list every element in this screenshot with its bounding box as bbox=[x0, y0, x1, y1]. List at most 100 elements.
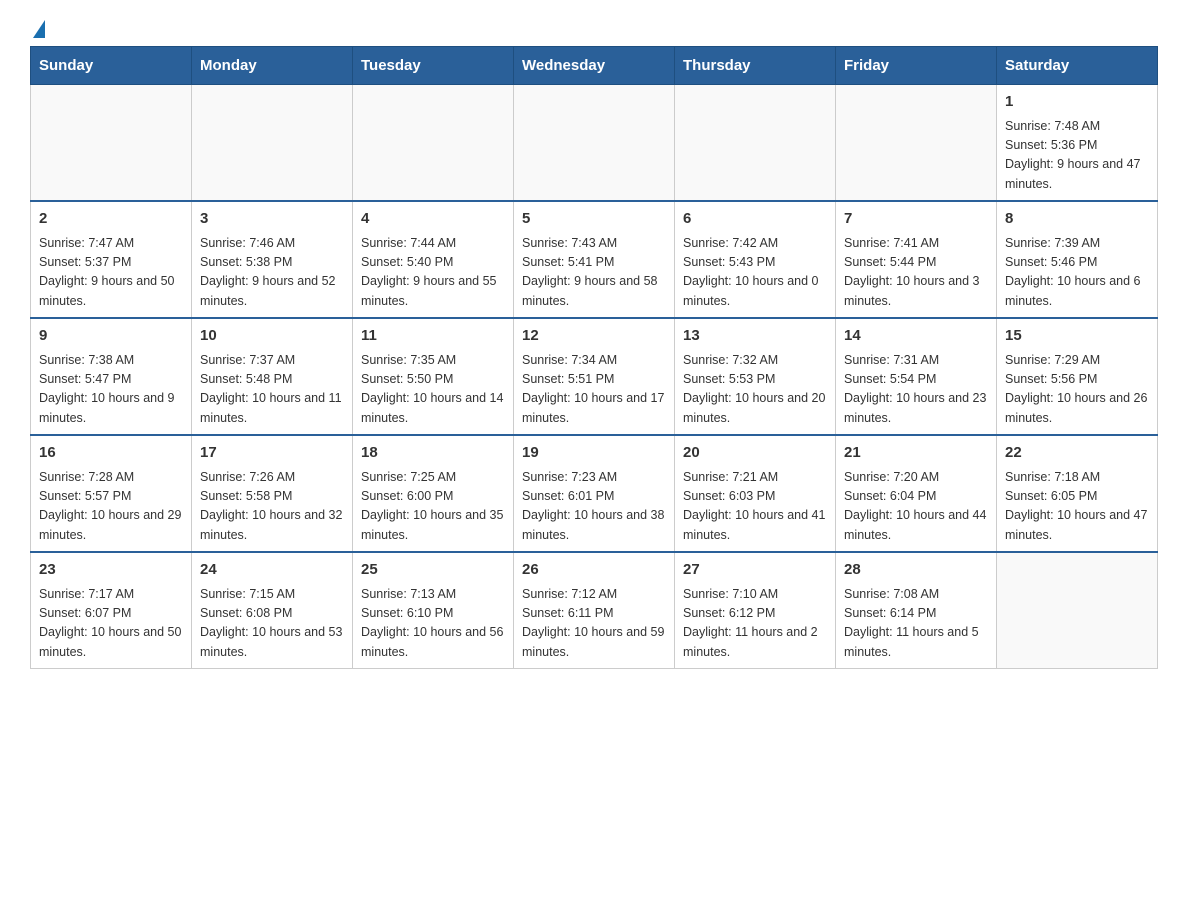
table-row: 9 Sunrise: 7:38 AMSunset: 5:47 PMDaylight… bbox=[31, 318, 192, 435]
table-row: 1 Sunrise: 7:48 AMSunset: 5:36 PMDaylight… bbox=[997, 85, 1158, 202]
day-number: 9 bbox=[39, 325, 183, 348]
day-number: 16 bbox=[39, 442, 183, 465]
header-friday: Friday bbox=[836, 47, 997, 85]
day-number: 3 bbox=[200, 208, 344, 231]
day-info: Sunrise: 7:34 AMSunset: 5:51 PMDaylight:… bbox=[522, 351, 666, 429]
day-info: Sunrise: 7:32 AMSunset: 5:53 PMDaylight:… bbox=[683, 351, 827, 429]
day-info: Sunrise: 7:20 AMSunset: 6:04 PMDaylight:… bbox=[844, 468, 988, 546]
calendar-week-row: 23Sunrise: 7:17 AMSunset: 6:07 PMDayligh… bbox=[31, 552, 1158, 669]
day-number: 26 bbox=[522, 559, 666, 582]
day-info: Sunrise: 7:26 AMSunset: 5:58 PMDaylight:… bbox=[200, 468, 344, 546]
header-thursday: Thursday bbox=[675, 47, 836, 85]
table-row: 18 Sunrise: 7:25 AMSunset: 6:00 PMDayligh… bbox=[353, 435, 514, 552]
table-row: 7 Sunrise: 7:41 AMSunset: 5:44 PMDaylight… bbox=[836, 201, 997, 318]
day-number: 5 bbox=[522, 208, 666, 231]
day-info: Sunrise: 7:25 AMSunset: 6:00 PMDaylight:… bbox=[361, 468, 505, 546]
calendar-week-row: 9 Sunrise: 7:38 AMSunset: 5:47 PMDaylight… bbox=[31, 318, 1158, 435]
table-row: 19 Sunrise: 7:23 AMSunset: 6:01 PMDayligh… bbox=[514, 435, 675, 552]
table-row: 5 Sunrise: 7:43 AMSunset: 5:41 PMDaylight… bbox=[514, 201, 675, 318]
table-row: 26 Sunrise: 7:12 AMSunset: 6:11 PMDayligh… bbox=[514, 552, 675, 669]
day-number: 15 bbox=[1005, 325, 1149, 348]
day-info: Sunrise: 7:12 AMSunset: 6:11 PMDaylight:… bbox=[522, 585, 666, 663]
table-row bbox=[997, 552, 1158, 669]
table-row: 20 Sunrise: 7:21 AMSunset: 6:03 PMDayligh… bbox=[675, 435, 836, 552]
day-number: 12 bbox=[522, 325, 666, 348]
day-number: 2 bbox=[39, 208, 183, 231]
table-row: 8 Sunrise: 7:39 AMSunset: 5:46 PMDaylight… bbox=[997, 201, 1158, 318]
day-number: 23 bbox=[39, 559, 183, 582]
page-header bbox=[30, 20, 1158, 36]
day-number: 28 bbox=[844, 559, 988, 582]
table-row: 2 Sunrise: 7:47 AMSunset: 5:37 PMDaylight… bbox=[31, 201, 192, 318]
day-number: 17 bbox=[200, 442, 344, 465]
day-number: 1 bbox=[1005, 91, 1149, 114]
day-info: Sunrise: 7:41 AMSunset: 5:44 PMDaylight:… bbox=[844, 234, 988, 312]
day-info: Sunrise: 7:44 AMSunset: 5:40 PMDaylight:… bbox=[361, 234, 505, 312]
day-number: 14 bbox=[844, 325, 988, 348]
table-row: 28 Sunrise: 7:08 AMSunset: 6:14 PMDayligh… bbox=[836, 552, 997, 669]
table-row: 27 Sunrise: 7:10 AMSunset: 6:12 PMDayligh… bbox=[675, 552, 836, 669]
day-number: 20 bbox=[683, 442, 827, 465]
table-row: 12 Sunrise: 7:34 AMSunset: 5:51 PMDayligh… bbox=[514, 318, 675, 435]
day-number: 22 bbox=[1005, 442, 1149, 465]
day-number: 11 bbox=[361, 325, 505, 348]
day-number: 18 bbox=[361, 442, 505, 465]
day-number: 4 bbox=[361, 208, 505, 231]
header-wednesday: Wednesday bbox=[514, 47, 675, 85]
table-row: 22 Sunrise: 7:18 AMSunset: 6:05 PMDayligh… bbox=[997, 435, 1158, 552]
day-info: Sunrise: 7:15 AMSunset: 6:08 PMDaylight:… bbox=[200, 585, 344, 663]
table-row: 11 Sunrise: 7:35 AMSunset: 5:50 PMDayligh… bbox=[353, 318, 514, 435]
day-number: 24 bbox=[200, 559, 344, 582]
table-row: 14 Sunrise: 7:31 AMSunset: 5:54 PMDayligh… bbox=[836, 318, 997, 435]
day-number: 13 bbox=[683, 325, 827, 348]
day-info: Sunrise: 7:31 AMSunset: 5:54 PMDaylight:… bbox=[844, 351, 988, 429]
day-info: Sunrise: 7:29 AMSunset: 5:56 PMDaylight:… bbox=[1005, 351, 1149, 429]
table-row: 17 Sunrise: 7:26 AMSunset: 5:58 PMDayligh… bbox=[192, 435, 353, 552]
header-monday: Monday bbox=[192, 47, 353, 85]
day-info: Sunrise: 7:43 AMSunset: 5:41 PMDaylight:… bbox=[522, 234, 666, 312]
day-info: Sunrise: 7:10 AMSunset: 6:12 PMDaylight:… bbox=[683, 585, 827, 663]
day-info: Sunrise: 7:39 AMSunset: 5:46 PMDaylight:… bbox=[1005, 234, 1149, 312]
table-row: 25 Sunrise: 7:13 AMSunset: 6:10 PMDayligh… bbox=[353, 552, 514, 669]
day-info: Sunrise: 7:47 AMSunset: 5:37 PMDaylight:… bbox=[39, 234, 183, 312]
day-number: 6 bbox=[683, 208, 827, 231]
table-row bbox=[31, 85, 192, 202]
day-info: Sunrise: 7:38 AMSunset: 5:47 PMDaylight:… bbox=[39, 351, 183, 429]
day-number: 19 bbox=[522, 442, 666, 465]
table-row bbox=[353, 85, 514, 202]
day-number: 8 bbox=[1005, 208, 1149, 231]
table-row: 4 Sunrise: 7:44 AMSunset: 5:40 PMDaylight… bbox=[353, 201, 514, 318]
day-info: Sunrise: 7:37 AMSunset: 5:48 PMDaylight:… bbox=[200, 351, 344, 429]
logo bbox=[30, 20, 45, 36]
header-tuesday: Tuesday bbox=[353, 47, 514, 85]
calendar-week-row: 1 Sunrise: 7:48 AMSunset: 5:36 PMDaylight… bbox=[31, 85, 1158, 202]
day-number: 25 bbox=[361, 559, 505, 582]
table-row: 10Sunrise: 7:37 AMSunset: 5:48 PMDayligh… bbox=[192, 318, 353, 435]
day-info: Sunrise: 7:46 AMSunset: 5:38 PMDaylight:… bbox=[200, 234, 344, 312]
table-row: 15 Sunrise: 7:29 AMSunset: 5:56 PMDayligh… bbox=[997, 318, 1158, 435]
logo-triangle-icon bbox=[33, 20, 45, 38]
day-info: Sunrise: 7:48 AMSunset: 5:36 PMDaylight:… bbox=[1005, 117, 1149, 195]
table-row: 23Sunrise: 7:17 AMSunset: 6:07 PMDayligh… bbox=[31, 552, 192, 669]
day-info: Sunrise: 7:23 AMSunset: 6:01 PMDaylight:… bbox=[522, 468, 666, 546]
table-row bbox=[514, 85, 675, 202]
day-info: Sunrise: 7:21 AMSunset: 6:03 PMDaylight:… bbox=[683, 468, 827, 546]
table-row bbox=[675, 85, 836, 202]
header-sunday: Sunday bbox=[31, 47, 192, 85]
table-row: 6 Sunrise: 7:42 AMSunset: 5:43 PMDaylight… bbox=[675, 201, 836, 318]
calendar-header-row: Sunday Monday Tuesday Wednesday Thursday… bbox=[31, 47, 1158, 85]
table-row: 3 Sunrise: 7:46 AMSunset: 5:38 PMDaylight… bbox=[192, 201, 353, 318]
day-number: 7 bbox=[844, 208, 988, 231]
calendar-week-row: 16 Sunrise: 7:28 AMSunset: 5:57 PMDayligh… bbox=[31, 435, 1158, 552]
day-info: Sunrise: 7:35 AMSunset: 5:50 PMDaylight:… bbox=[361, 351, 505, 429]
day-info: Sunrise: 7:28 AMSunset: 5:57 PMDaylight:… bbox=[39, 468, 183, 546]
table-row bbox=[192, 85, 353, 202]
table-row: 21Sunrise: 7:20 AMSunset: 6:04 PMDayligh… bbox=[836, 435, 997, 552]
table-row: 16 Sunrise: 7:28 AMSunset: 5:57 PMDayligh… bbox=[31, 435, 192, 552]
day-info: Sunrise: 7:18 AMSunset: 6:05 PMDaylight:… bbox=[1005, 468, 1149, 546]
day-info: Sunrise: 7:13 AMSunset: 6:10 PMDaylight:… bbox=[361, 585, 505, 663]
calendar-table: Sunday Monday Tuesday Wednesday Thursday… bbox=[30, 46, 1158, 669]
day-info: Sunrise: 7:42 AMSunset: 5:43 PMDaylight:… bbox=[683, 234, 827, 312]
day-info: Sunrise: 7:08 AMSunset: 6:14 PMDaylight:… bbox=[844, 585, 988, 663]
day-number: 27 bbox=[683, 559, 827, 582]
